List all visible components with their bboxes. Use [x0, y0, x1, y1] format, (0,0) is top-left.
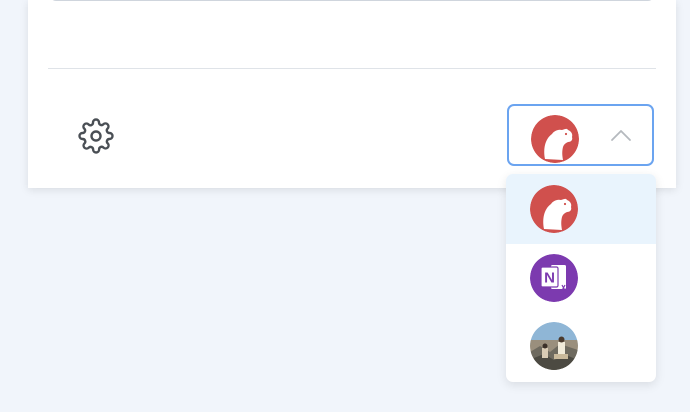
app-stage: N [0, 0, 690, 412]
account-option-bear[interactable] [506, 174, 656, 244]
divider [48, 68, 656, 69]
onenote-letter: N [544, 270, 555, 287]
account-option-onenote[interactable]: N [506, 244, 656, 312]
bear-logo-icon [530, 185, 578, 233]
account-dropdown: N [506, 174, 656, 382]
account-option-photo[interactable] [506, 312, 656, 382]
account-avatar: N [530, 254, 578, 302]
chevron-up-icon [610, 128, 632, 147]
account-avatar [530, 185, 578, 233]
gear-icon [78, 118, 114, 154]
selected-account-avatar [531, 115, 579, 163]
account-avatar [530, 322, 578, 370]
bear-logo-icon [531, 115, 579, 163]
top-input-field[interactable] [50, 0, 654, 1]
settings-button[interactable] [78, 118, 114, 154]
photo-avatar-icon [530, 322, 578, 370]
account-select[interactable] [507, 104, 654, 166]
onenote-logo-icon: N [530, 254, 578, 302]
